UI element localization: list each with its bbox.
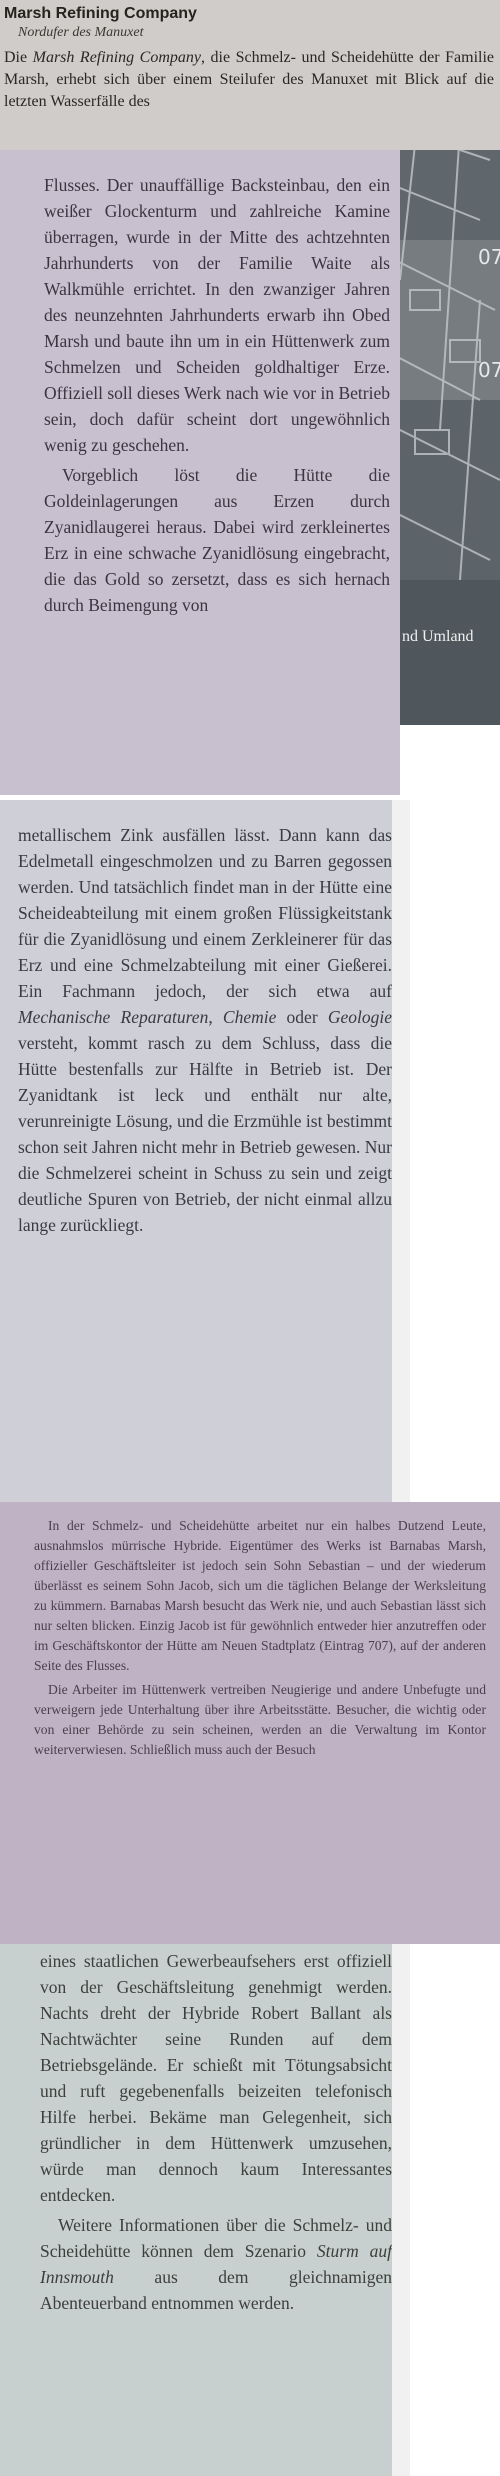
page-edge bbox=[392, 800, 410, 1502]
text-run: Die bbox=[4, 49, 33, 66]
paragraph: eines staatlichen Gewerbeaufsehers erst … bbox=[40, 1948, 392, 2208]
map-entry-label: 07 bbox=[478, 358, 500, 382]
map-caption: nd Umland bbox=[402, 628, 474, 645]
paragraph: metallischem Zink ausfällen lässt. Dann … bbox=[18, 822, 392, 1238]
italic-term: Mechanische Reparaturen bbox=[18, 1007, 209, 1027]
text-run: Die Arbeiter im Hüttenwerk vertreiben Ne… bbox=[34, 1682, 486, 1757]
section-title: Marsh Refining Company bbox=[4, 5, 197, 22]
paragraph: Die Marsh Refining Company, die Schmelz-… bbox=[4, 47, 494, 113]
paragraph: Flusses. Der unauffällige Backsteinbau, … bbox=[44, 172, 390, 458]
text-run: versteht, kommt rasch zu dem Schluss, da… bbox=[18, 1033, 392, 1235]
text-run: metallischem Zink ausfällen lässt. Dann … bbox=[18, 825, 392, 1001]
text-run: eines staatlichen Gewerbeaufsehers erst … bbox=[40, 1951, 392, 2205]
text-run: Vorgeblich löst die Hütte die Goldeinlag… bbox=[44, 465, 390, 615]
text-run: , bbox=[208, 1007, 223, 1027]
italic-term: Geologie bbox=[327, 1007, 392, 1027]
paragraph: Vorgeblich löst die Hütte die Goldeinlag… bbox=[44, 462, 390, 618]
map-entry-label: 07 bbox=[478, 245, 500, 269]
page-section: Flusses. Der unauffällige Backsteinbau, … bbox=[0, 150, 400, 795]
section-subtitle: Nordufer des Manuxet bbox=[18, 25, 144, 40]
info-box: In der Schmelz- und Scheidehütte arbeite… bbox=[0, 1502, 500, 1944]
paragraph: Die Arbeiter im Hüttenwerk vertreiben Ne… bbox=[34, 1680, 486, 1760]
text-run: oder bbox=[276, 1007, 328, 1027]
italic-term: Chemie bbox=[222, 1007, 277, 1027]
page-section: eines staatlichen Gewerbeaufsehers erst … bbox=[0, 1944, 410, 2476]
page-section-header: Marsh Refining Company Nordufer des Manu… bbox=[0, 0, 500, 150]
paragraph: In der Schmelz- und Scheidehütte arbeite… bbox=[34, 1516, 486, 1676]
paragraph: Weitere Informationen über die Schmelz- … bbox=[40, 2212, 392, 2316]
text-run: In der Schmelz- und Scheidehütte arbeite… bbox=[34, 1518, 486, 1673]
italic-term: Marsh Refining Company bbox=[32, 49, 201, 66]
page-section: metallischem Zink ausfällen lässt. Dann … bbox=[0, 800, 410, 1502]
text-run: Flusses. Der unauffällige Backsteinbau, … bbox=[44, 175, 390, 455]
page-edge bbox=[392, 1944, 410, 2476]
